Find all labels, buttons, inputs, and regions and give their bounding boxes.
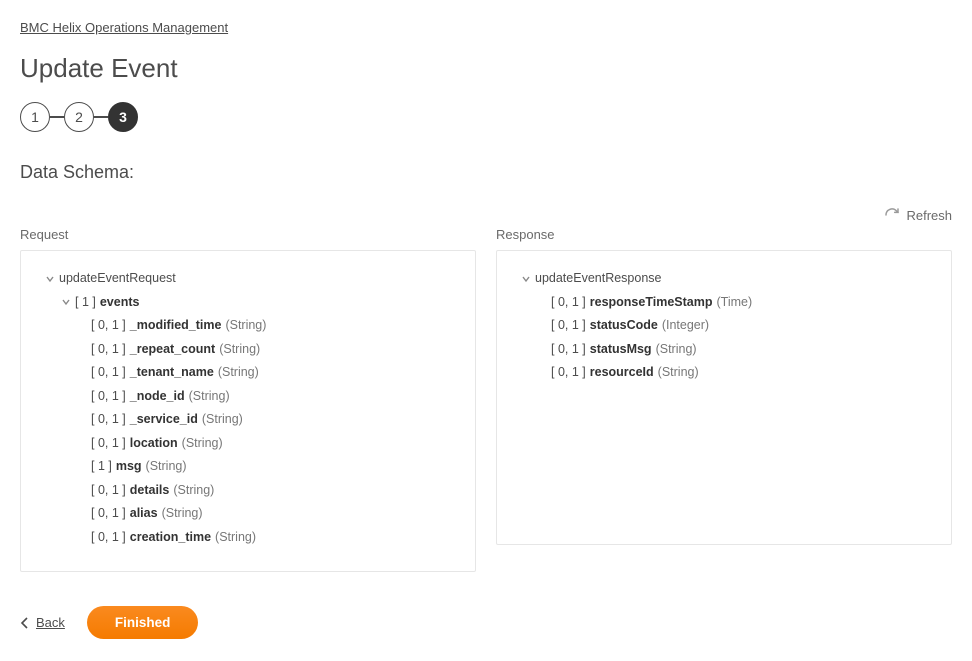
tree-field[interactable]: [ 0, 1 ] statusMsg (String) [507, 338, 941, 362]
request-label: Request [20, 227, 476, 242]
field-name: _repeat_count [130, 341, 215, 359]
field-name: responseTimeStamp [590, 294, 713, 312]
field-type: (String) [219, 341, 260, 359]
field-type: (String) [162, 505, 203, 523]
field-name: _node_id [130, 388, 185, 406]
field-cardinality: [ 0, 1 ] [551, 317, 586, 335]
response-label: Response [496, 227, 952, 242]
field-cardinality: [ 0, 1 ] [551, 294, 586, 312]
field-name: statusCode [590, 317, 658, 335]
refresh-label: Refresh [906, 208, 952, 223]
root-name: updateEventRequest [59, 270, 176, 288]
field-name: details [130, 482, 170, 500]
field-name: _modified_time [130, 317, 222, 335]
field-cardinality: [ 0, 1 ] [91, 317, 126, 335]
back-label: Back [36, 615, 65, 630]
field-type: (String) [182, 435, 223, 453]
finished-button[interactable]: Finished [87, 606, 199, 639]
field-name: msg [116, 458, 142, 476]
back-button[interactable]: Back [20, 615, 65, 630]
events-cardinality: [ 1 ] [75, 294, 96, 312]
tree-field[interactable]: [ 0, 1 ] location (String) [31, 432, 465, 456]
stepper: 1 2 3 [20, 102, 952, 132]
tree-root[interactable]: updateEventResponse [507, 267, 941, 291]
refresh-button[interactable]: Refresh [20, 207, 952, 223]
chevron-down-icon [45, 274, 55, 284]
step-2[interactable]: 2 [64, 102, 94, 132]
field-type: (String) [225, 317, 266, 335]
field-name: resourceId [590, 364, 654, 382]
field-name: alias [130, 505, 158, 523]
root-name: updateEventResponse [535, 270, 661, 288]
breadcrumb[interactable]: BMC Helix Operations Management [20, 20, 228, 35]
step-1[interactable]: 1 [20, 102, 50, 132]
field-cardinality: [ 0, 1 ] [91, 388, 126, 406]
field-cardinality: [ 0, 1 ] [91, 411, 126, 429]
tree-field[interactable]: [ 0, 1 ] statusCode (Integer) [507, 314, 941, 338]
tree-field[interactable]: [ 0, 1 ] _node_id (String) [31, 385, 465, 409]
request-panel: updateEventRequest [ 1 ] events [ 0, 1 ]… [20, 250, 476, 572]
field-cardinality: [ 0, 1 ] [91, 482, 126, 500]
field-type: (String) [202, 411, 243, 429]
tree-field[interactable]: [ 0, 1 ] alias (String) [31, 502, 465, 526]
field-name: _tenant_name [130, 364, 214, 382]
field-type: (String) [218, 364, 259, 382]
tree-field[interactable]: [ 1 ] msg (String) [31, 455, 465, 479]
tree-node-events[interactable]: [ 1 ] events [31, 291, 465, 315]
chevron-left-icon [20, 617, 30, 629]
field-cardinality: [ 0, 1 ] [91, 364, 126, 382]
field-cardinality: [ 0, 1 ] [91, 505, 126, 523]
tree-field[interactable]: [ 0, 1 ] _repeat_count (String) [31, 338, 465, 362]
field-type: (Time) [716, 294, 752, 312]
field-cardinality: [ 1 ] [91, 458, 112, 476]
field-name: statusMsg [590, 341, 652, 359]
step-3[interactable]: 3 [108, 102, 138, 132]
tree-field[interactable]: [ 0, 1 ] _tenant_name (String) [31, 361, 465, 385]
tree-field[interactable]: [ 0, 1 ] resourceId (String) [507, 361, 941, 385]
tree-field[interactable]: [ 0, 1 ] details (String) [31, 479, 465, 503]
field-name: location [130, 435, 178, 453]
step-connector [94, 116, 108, 118]
field-type: (String) [656, 341, 697, 359]
step-connector [50, 116, 64, 118]
field-type: (String) [215, 529, 256, 547]
field-type: (String) [146, 458, 187, 476]
events-name: events [100, 294, 140, 312]
tree-field[interactable]: [ 0, 1 ] creation_time (String) [31, 526, 465, 550]
page-title: Update Event [20, 53, 952, 84]
tree-field[interactable]: [ 0, 1 ] responseTimeStamp (Time) [507, 291, 941, 315]
field-type: (String) [658, 364, 699, 382]
refresh-icon [884, 207, 900, 223]
field-cardinality: [ 0, 1 ] [91, 435, 126, 453]
chevron-down-icon [61, 297, 71, 307]
tree-root[interactable]: updateEventRequest [31, 267, 465, 291]
field-type: (Integer) [662, 317, 709, 335]
response-panel: updateEventResponse [ 0, 1 ] responseTim… [496, 250, 952, 545]
field-name: creation_time [130, 529, 211, 547]
field-cardinality: [ 0, 1 ] [551, 364, 586, 382]
field-cardinality: [ 0, 1 ] [551, 341, 586, 359]
chevron-down-icon [521, 274, 531, 284]
field-name: _service_id [130, 411, 198, 429]
tree-field[interactable]: [ 0, 1 ] _modified_time (String) [31, 314, 465, 338]
field-type: (String) [189, 388, 230, 406]
tree-field[interactable]: [ 0, 1 ] _service_id (String) [31, 408, 465, 432]
field-type: (String) [173, 482, 214, 500]
field-cardinality: [ 0, 1 ] [91, 341, 126, 359]
section-title: Data Schema: [20, 162, 952, 183]
field-cardinality: [ 0, 1 ] [91, 529, 126, 547]
